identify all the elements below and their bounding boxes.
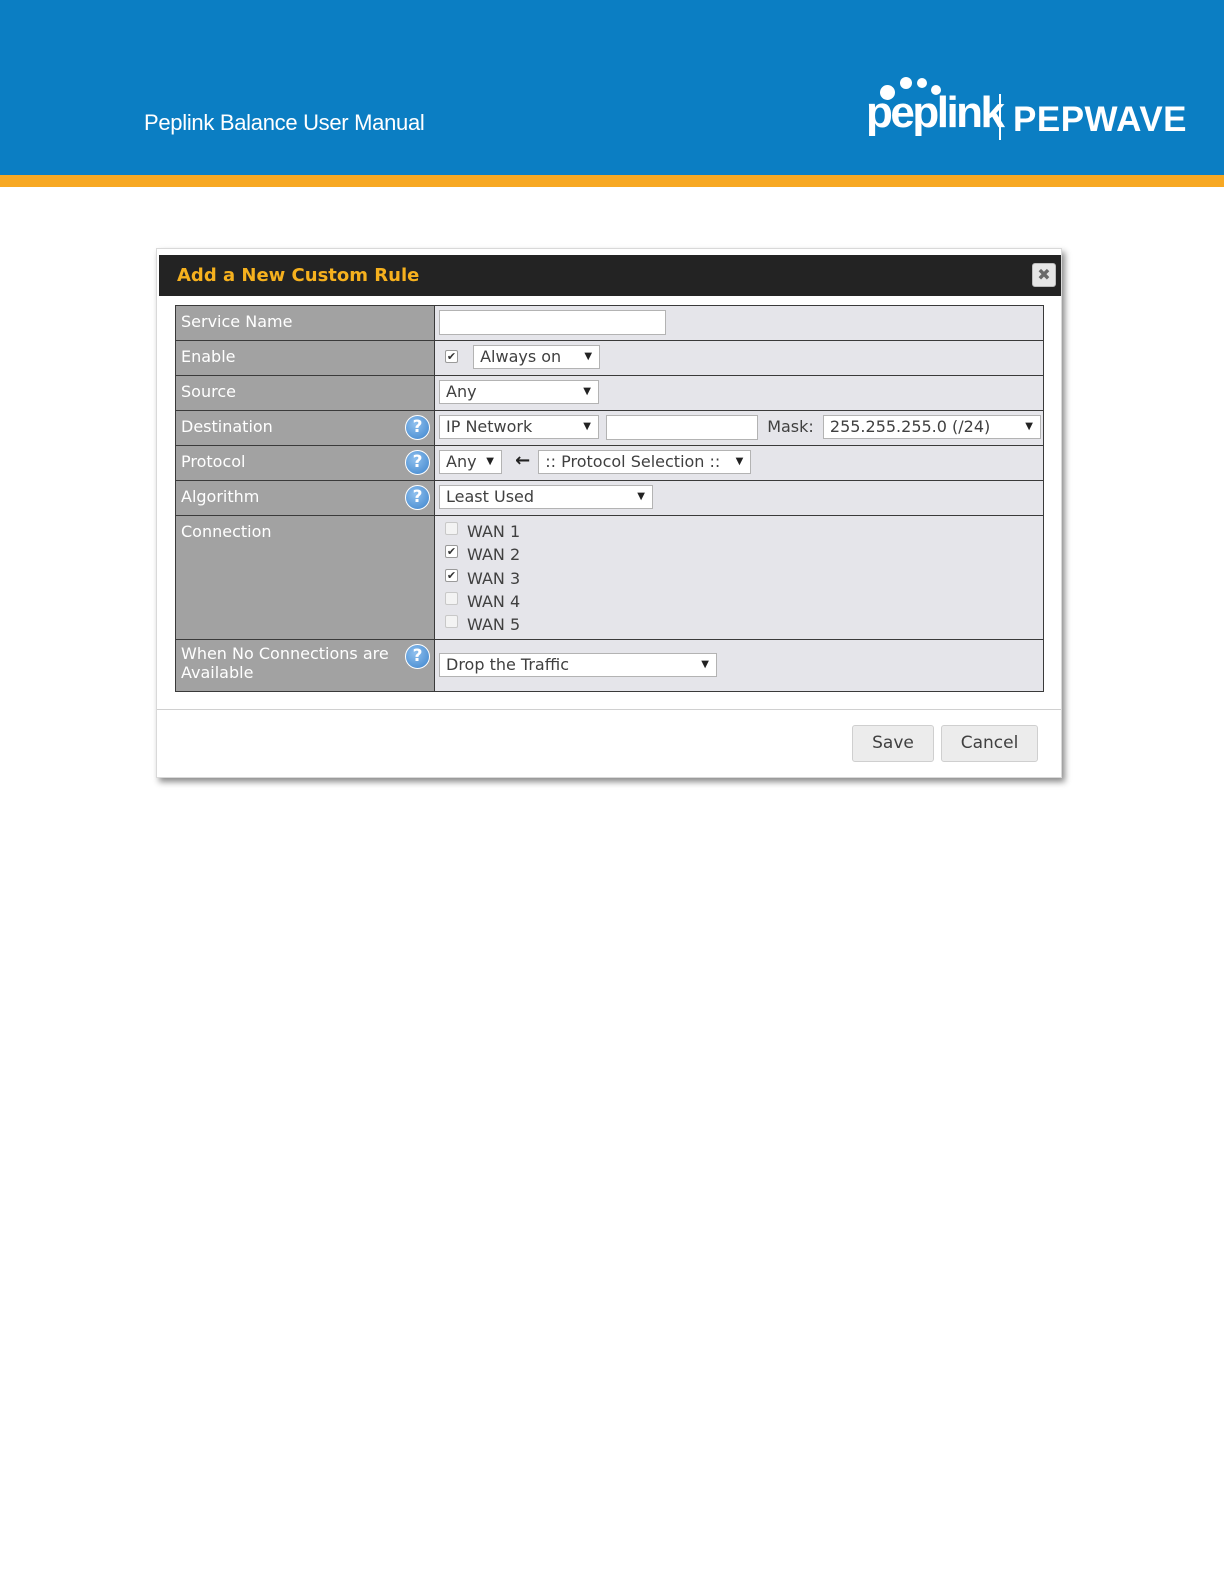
no-connections-value: Drop the Traffic <box>446 655 569 674</box>
connection-label: Connection <box>175 515 435 640</box>
manual-title: Peplink Balance User Manual <box>144 110 425 135</box>
dropdown-arrow-icon: ▼ <box>583 386 591 397</box>
logo-divider <box>999 94 1001 140</box>
logo-pepwave: PEPWAVE <box>1013 100 1188 139</box>
enable-schedule-select[interactable]: Always on ▼ <box>473 345 601 369</box>
mask-select[interactable]: 255.255.255.0 (/24) ▼ <box>822 415 1041 439</box>
wan-1-label: WAN 1 <box>467 522 521 541</box>
wan-option: ✔ WAN 2 <box>439 541 1043 564</box>
dropdown-arrow-icon: ▼ <box>735 456 744 467</box>
wan-4-checkbox[interactable] <box>445 591 458 605</box>
dropdown-arrow-icon: ▼ <box>583 421 591 432</box>
mask-value: 255.255.255.0 (/24) <box>829 417 991 436</box>
wan-option: WAN 1 <box>439 518 1043 541</box>
wan-option: ✔ WAN 3 <box>439 565 1043 588</box>
help-icon[interactable]: ? <box>405 485 430 510</box>
enable-schedule-value: Always on <box>480 347 562 366</box>
dropdown-arrow-icon: ▼ <box>1025 421 1033 432</box>
destination-type-select[interactable]: IP Network ▼ <box>439 415 599 439</box>
wan-option: WAN 5 <box>439 611 1043 634</box>
wan-2-label: WAN 2 <box>467 545 521 565</box>
no-connections-select[interactable]: Drop the Traffic ▼ <box>439 653 717 677</box>
arrow-left-icon: ← <box>515 450 531 471</box>
source-value: Any <box>446 382 477 401</box>
dropdown-arrow-icon: ▼ <box>637 491 645 502</box>
wan-5-label: WAN 5 <box>467 615 521 635</box>
no-connections-label-line2: Available <box>181 663 254 682</box>
header-banner: Peplink Balance User Manual peplink PEPW… <box>0 0 1224 175</box>
destination-type-value: IP Network <box>446 417 533 436</box>
logo-peplink: peplink <box>866 88 1005 137</box>
custom-rule-dialog: Add a New Custom Rule ✖ Service Name Ena… <box>156 248 1062 778</box>
cancel-button[interactable]: Cancel <box>941 725 1038 762</box>
wan-3-label: WAN 3 <box>467 568 521 588</box>
help-icon[interactable]: ? <box>405 415 430 440</box>
close-icon[interactable]: ✖ <box>1032 263 1056 287</box>
row-enable: Enable ✔ Always on ▼ <box>175 340 1044 376</box>
source-label: Source <box>175 375 435 411</box>
destination-label: Destination <box>181 417 273 436</box>
protocol-select[interactable]: Any ▼ <box>439 450 502 474</box>
dropdown-arrow-icon: ▼ <box>584 351 593 362</box>
row-protocol: Protocol ? Any ▼ ← :: Protocol Selection… <box>175 445 1044 481</box>
save-button[interactable]: Save <box>852 725 934 762</box>
enable-label: Enable <box>175 340 435 376</box>
help-icon[interactable]: ? <box>405 644 430 669</box>
wan-3-checkbox[interactable]: ✔ <box>445 568 458 582</box>
mask-label: Mask: <box>767 417 814 436</box>
row-algorithm: Algorithm ? Least Used ▼ <box>175 480 1044 516</box>
wan-2-checkbox[interactable]: ✔ <box>445 545 458 559</box>
dropdown-arrow-icon: ▼ <box>701 659 709 670</box>
algorithm-value: Least Used <box>446 487 535 506</box>
row-connection: Connection WAN 1 ✔ WAN 2 ✔ WAN 3 WAN 4 W… <box>175 515 1044 640</box>
dropdown-arrow-icon: ▼ <box>486 456 494 467</box>
source-select[interactable]: Any ▼ <box>439 380 599 404</box>
service-name-input[interactable] <box>439 310 666 335</box>
row-no-connections: When No Connections are Available ? Drop… <box>175 639 1044 692</box>
wan-1-checkbox[interactable] <box>445 522 458 535</box>
service-name-label: Service Name <box>175 305 435 341</box>
no-connections-label-line1: When No Connections are <box>181 644 389 663</box>
dialog-header: Add a New Custom Rule ✖ <box>159 255 1061 296</box>
algorithm-select[interactable]: Least Used ▼ <box>439 485 653 509</box>
protocol-selection-value: :: Protocol Selection :: <box>545 452 721 471</box>
row-destination: Destination ? IP Network ▼ Mask: 255.255… <box>175 410 1044 446</box>
destination-address-input[interactable] <box>606 415 759 440</box>
brand-logo: peplink PEPWAVE <box>866 74 1188 144</box>
wan-4-label: WAN 4 <box>467 591 521 611</box>
dialog-title: Add a New Custom Rule <box>177 265 420 286</box>
protocol-selection-select[interactable]: :: Protocol Selection :: ▼ <box>538 450 752 474</box>
row-source: Source Any ▼ <box>175 375 1044 411</box>
wan-option: WAN 4 <box>439 588 1043 611</box>
protocol-label: Protocol <box>181 452 246 471</box>
rule-form-table: Service Name Enable ✔ Always on ▼ Source… <box>175 305 1044 692</box>
enable-checkbox[interactable]: ✔ <box>445 350 458 363</box>
dialog-divider <box>157 709 1061 710</box>
algorithm-label: Algorithm <box>181 487 260 506</box>
help-icon[interactable]: ? <box>405 450 430 475</box>
protocol-value: Any <box>446 452 477 471</box>
banner-stripe <box>0 175 1224 187</box>
row-service-name: Service Name <box>175 305 1044 341</box>
wan-5-checkbox[interactable] <box>445 615 458 629</box>
